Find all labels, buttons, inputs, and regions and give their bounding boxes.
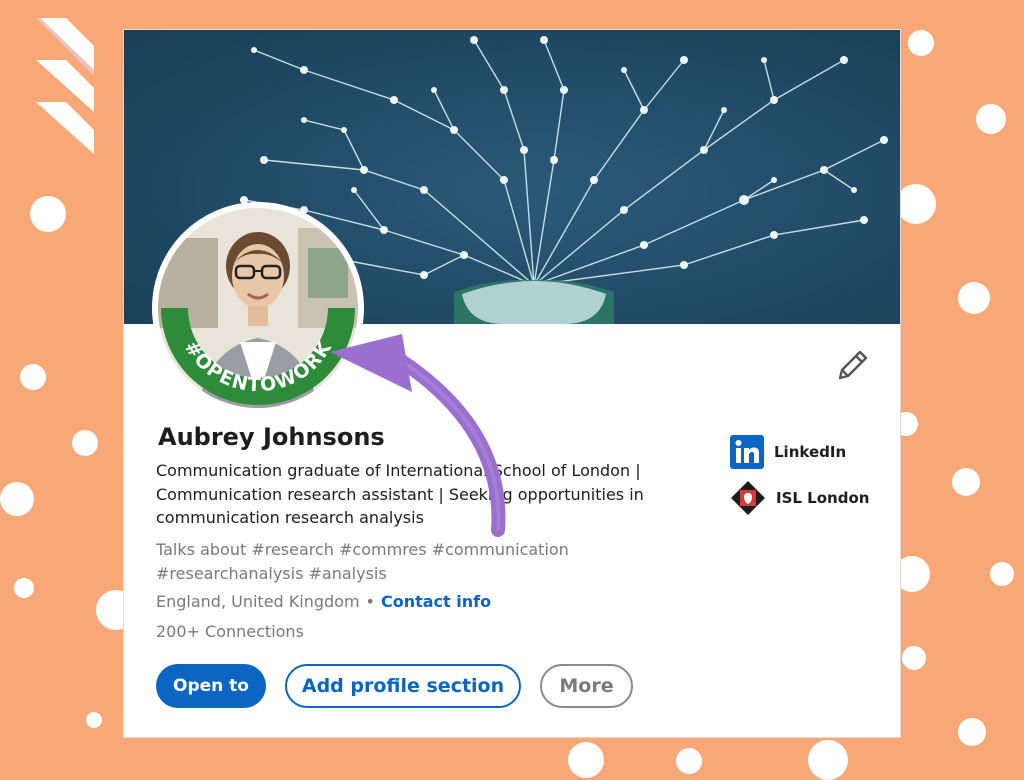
location-row: England, United Kingdom • Contact info [156,592,491,611]
company-label: LinkedIn [774,443,847,461]
more-button[interactable]: More [540,664,633,708]
isl-london-logo-icon [731,481,765,515]
profile-card: #OPENTOWORK Aubrey Johnsons Communicatio… [124,30,900,737]
contact-info-link[interactable]: Contact info [381,592,491,611]
background-dot [896,184,936,224]
background-dot [976,104,1006,134]
company-linkedin[interactable]: LinkedIn [730,435,846,469]
stripes-logo-icon [36,18,94,154]
background-dot [14,578,34,598]
connections-count[interactable]: 200+ Connections [156,622,304,641]
background-dot [0,482,34,516]
profile-avatar[interactable]: #OPENTOWORK [152,202,364,414]
background-dot [958,282,990,314]
background-dot [908,30,934,56]
background-dot [958,718,986,746]
background-dot [568,742,604,778]
background-dot [952,468,980,496]
separator-dot: • [365,592,375,611]
avatar-photo: #OPENTOWORK [158,208,358,408]
background-dot [86,712,102,728]
background-dot [72,430,98,456]
talks-about: Talks about #research #commres #communic… [156,540,569,583]
company-label: ISL London [776,489,870,507]
location-text: England, United Kingdom [156,592,360,611]
background-dot [676,748,702,774]
profile-name: Aubrey Johnsons [158,423,385,451]
pencil-icon[interactable] [834,348,870,384]
background-dot [20,364,46,390]
linkedin-logo-icon [730,435,764,469]
profile-headline: Communication graduate of International … [156,461,644,527]
background-dot [990,562,1014,586]
background-dot [808,740,848,780]
open-to-button[interactable]: Open to [156,664,266,708]
company-isl-london[interactable]: ISL London [730,480,869,516]
add-profile-section-button[interactable]: Add profile section [285,664,521,708]
background-dot [30,196,66,232]
background-dot [902,646,926,670]
